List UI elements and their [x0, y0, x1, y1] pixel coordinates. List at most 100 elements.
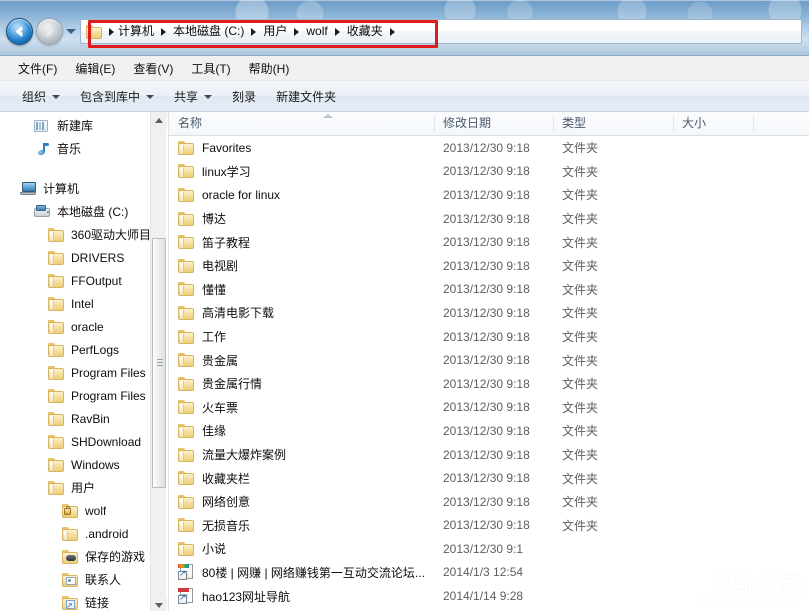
- file-name-cell[interactable]: 博达: [178, 207, 428, 231]
- menu-item-1[interactable]: 编辑(E): [66, 57, 124, 80]
- scrollbar-thumb[interactable]: [152, 238, 166, 488]
- column-header-type[interactable]: 类型: [553, 112, 673, 135]
- size-cell: [682, 160, 762, 184]
- table-row[interactable]: Favorites 2013/12/30 9:18 文件夹: [169, 136, 809, 160]
- file-name-cell[interactable]: 工作: [178, 325, 428, 349]
- table-row[interactable]: linux学习 2013/12/30 9:18 文件夹: [169, 160, 809, 184]
- scroll-up-icon[interactable]: [151, 112, 167, 129]
- column-header-size[interactable]: 大小: [673, 112, 753, 135]
- table-row[interactable]: oracle for linux 2013/12/30 9:18 文件夹: [169, 183, 809, 207]
- table-row[interactable]: hao123网址导航 2014/1/14 9:28: [169, 584, 809, 608]
- breadcrumb-separator-icon[interactable]: [251, 27, 257, 36]
- column-divider[interactable]: [753, 115, 754, 132]
- sidebar-item-12[interactable]: Program Files: [0, 384, 169, 407]
- table-row[interactable]: 佳缘 2013/12/30 9:18 文件夹: [169, 419, 809, 443]
- file-name-cell[interactable]: 佳缘: [178, 419, 428, 443]
- sidebar-item-19[interactable]: 保存的游戏: [0, 545, 169, 568]
- table-row[interactable]: 贵金属行情 2013/12/30 9:18 文件夹: [169, 372, 809, 396]
- sidebar-item-8[interactable]: Intel: [0, 292, 169, 315]
- table-row[interactable]: 懂懂 2013/12/30 9:18 文件夹: [169, 278, 809, 302]
- sidebar-item-7[interactable]: FFOutput: [0, 269, 169, 292]
- folder-icon: [48, 296, 66, 311]
- sidebar-item-1[interactable]: 音乐: [0, 137, 169, 160]
- menu-item-4[interactable]: 帮助(H): [240, 57, 299, 80]
- sidebar-item-9[interactable]: oracle: [0, 315, 169, 338]
- table-row[interactable]: 电视剧 2013/12/30 9:18 文件夹: [169, 254, 809, 278]
- table-row[interactable]: 工作 2013/12/30 9:18 文件夹: [169, 325, 809, 349]
- toolbar-button-3[interactable]: 刻录: [222, 84, 266, 109]
- sidebar-item-3[interactable]: 计算机: [0, 177, 169, 200]
- breadcrumb-separator-icon[interactable]: [294, 27, 300, 36]
- toolbar-button-1[interactable]: 包含到库中: [70, 84, 164, 109]
- sidebar-item-11[interactable]: Program Files: [0, 361, 169, 384]
- file-name-cell[interactable]: 收藏夹栏: [178, 466, 428, 490]
- recent-pages-dropdown[interactable]: [66, 29, 76, 34]
- column-header-name[interactable]: 名称: [169, 112, 434, 135]
- file-name-cell[interactable]: 贵金属: [178, 348, 428, 372]
- file-name-cell[interactable]: Favorites: [178, 136, 428, 160]
- table-row[interactable]: 无损音乐 2013/12/30 9:18 文件夹: [169, 514, 809, 538]
- breadcrumb-separator-icon[interactable]: [161, 27, 167, 36]
- breadcrumb-separator-icon[interactable]: [334, 27, 340, 36]
- back-button[interactable]: [6, 18, 33, 45]
- file-name-cell[interactable]: 懂懂: [178, 278, 428, 302]
- breadcrumb-item-4[interactable]: 收藏夹: [342, 20, 388, 43]
- toolbar-button-0[interactable]: 组织: [12, 84, 70, 109]
- file-name-cell[interactable]: 贵金属行情: [178, 372, 428, 396]
- sidebar-item-6[interactable]: DRIVERS: [0, 246, 169, 269]
- folder-icon: [178, 353, 196, 368]
- menu-item-0[interactable]: 文件(F): [9, 57, 66, 80]
- sidebar-item-14[interactable]: SHDownload: [0, 430, 169, 453]
- sidebar-item-icon: [48, 457, 66, 473]
- breadcrumb-item-3[interactable]: wolf: [301, 20, 332, 43]
- file-name-cell[interactable]: 高清电影下载: [178, 301, 428, 325]
- table-row[interactable]: 流量大爆炸案例 2013/12/30 9:18 文件夹: [169, 443, 809, 467]
- file-icon: [178, 399, 196, 415]
- file-name-cell[interactable]: hao123网址导航: [178, 584, 428, 608]
- file-name-cell[interactable]: linux学习: [178, 160, 428, 184]
- address-bar[interactable]: 计算机 本地磁盘 (C:) 用户 wolf 收藏夹: [80, 19, 802, 44]
- file-name-cell[interactable]: 网络创意: [178, 490, 428, 514]
- sidebar-item-0[interactable]: 新建库: [0, 114, 169, 137]
- breadcrumb-item-1[interactable]: 本地磁盘 (C:): [168, 20, 249, 43]
- sidebar-item-4[interactable]: 本地磁盘 (C:): [0, 200, 169, 223]
- sidebar-item-15[interactable]: Windows: [0, 453, 169, 476]
- file-name-cell[interactable]: oracle for linux: [178, 183, 428, 207]
- sidebar-item-13[interactable]: RavBin: [0, 407, 169, 430]
- file-name-cell[interactable]: 电视剧: [178, 254, 428, 278]
- table-row[interactable]: 网络创意 2013/12/30 9:18 文件夹: [169, 490, 809, 514]
- breadcrumb-item-2[interactable]: 用户: [258, 20, 292, 43]
- sidebar-item-5[interactable]: 360驱动大师目: [0, 223, 169, 246]
- breadcrumb-separator-icon[interactable]: [109, 27, 114, 36]
- menu-item-3[interactable]: 工具(T): [182, 57, 239, 80]
- table-row[interactable]: 小说 2013/12/30 9:1: [169, 537, 809, 561]
- file-name-cell[interactable]: 火车票: [178, 396, 428, 420]
- sidebar-item-icon: [20, 181, 38, 197]
- breadcrumb-item-0[interactable]: 计算机: [116, 20, 159, 43]
- toolbar-button-4[interactable]: 新建文件夹: [266, 84, 346, 109]
- sidebar-item-10[interactable]: PerfLogs: [0, 338, 169, 361]
- sidebar-item-20[interactable]: 联系人: [0, 568, 169, 591]
- forward-button[interactable]: [36, 18, 63, 45]
- file-name-cell[interactable]: 小说: [178, 537, 428, 561]
- file-name-cell[interactable]: 笛子教程: [178, 230, 428, 254]
- file-name-cell[interactable]: 流量大爆炸案例: [178, 443, 428, 467]
- table-row[interactable]: 博达 2013/12/30 9:18 文件夹: [169, 207, 809, 231]
- sidebar-item-18[interactable]: .android: [0, 522, 169, 545]
- toolbar-button-2[interactable]: 共享: [164, 84, 222, 109]
- table-row[interactable]: 高清电影下载 2013/12/30 9:18 文件夹: [169, 301, 809, 325]
- table-row[interactable]: 贵金属 2013/12/30 9:18 文件夹: [169, 348, 809, 372]
- sidebar-item-16[interactable]: 用户: [0, 476, 169, 499]
- sidebar-item-17[interactable]: wolf: [0, 499, 169, 522]
- column-header-date-modified[interactable]: 修改日期: [434, 112, 553, 135]
- table-row[interactable]: 收藏夹栏 2013/12/30 9:18 文件夹: [169, 466, 809, 490]
- table-row[interactable]: 80楼 | 网赚 | 网络赚钱第一互动交流论坛... 2014/1/3 12:54: [169, 561, 809, 585]
- folder-icon: [178, 258, 196, 273]
- table-row[interactable]: 火车票 2013/12/30 9:18 文件夹: [169, 396, 809, 420]
- navigation-pane-scrollbar[interactable]: [150, 112, 167, 614]
- table-row[interactable]: 笛子教程 2013/12/30 9:18 文件夹: [169, 230, 809, 254]
- breadcrumb-separator-icon[interactable]: [389, 27, 395, 36]
- file-name-cell[interactable]: 无损音乐: [178, 514, 428, 538]
- menu-item-2[interactable]: 查看(V): [124, 57, 182, 80]
- file-name-cell[interactable]: 80楼 | 网赚 | 网络赚钱第一互动交流论坛...: [178, 561, 428, 585]
